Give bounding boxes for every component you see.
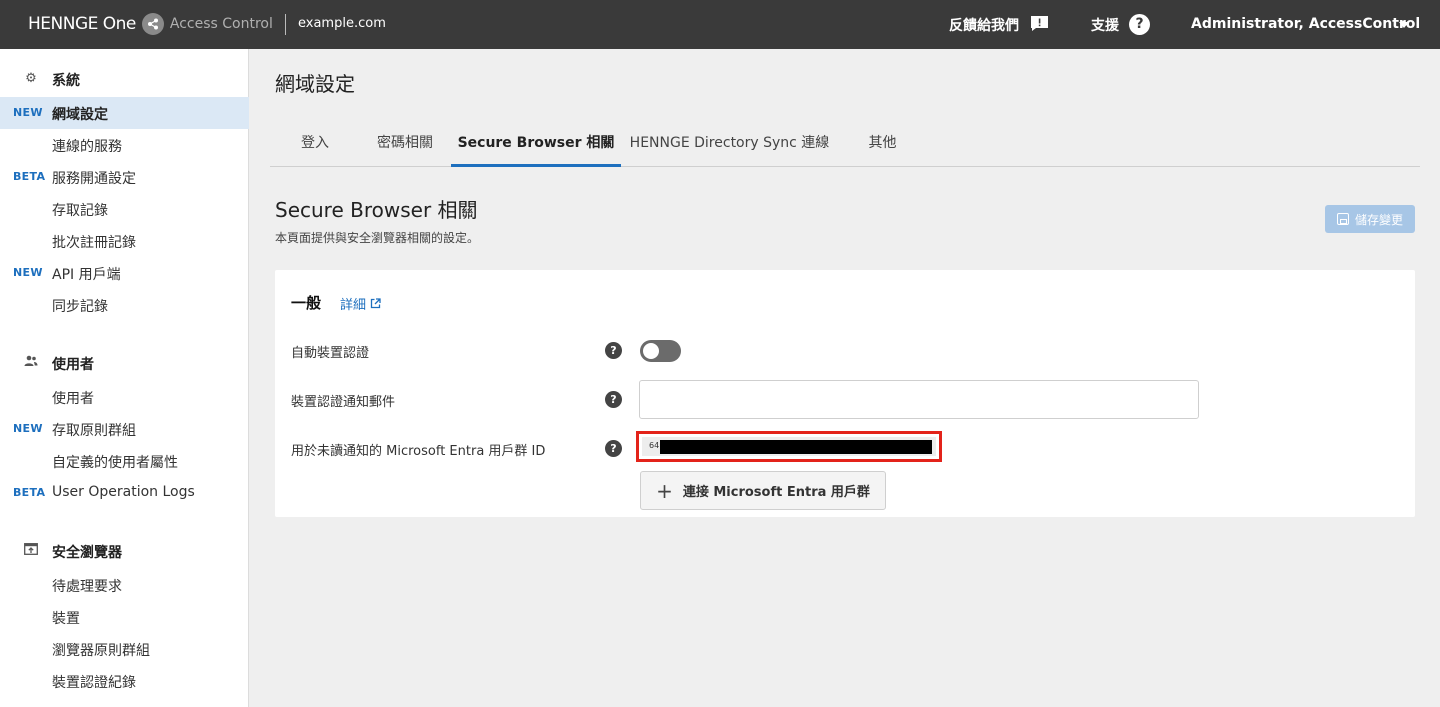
sidebar-item-label: 裝置認證紀錄 xyxy=(52,675,136,691)
toggle-knob xyxy=(643,343,659,359)
user-menu[interactable]: Administrator, AccessControl xyxy=(1191,16,1420,32)
save-icon xyxy=(1336,213,1349,225)
details-link-label: 詳細 xyxy=(340,298,367,313)
sidebar-item-device-auth-logs[interactable]: 裝置認證紀錄 xyxy=(0,665,249,697)
help-circle-icon[interactable]: ? xyxy=(1129,14,1150,35)
sidebar-item-provisioning[interactable]: BETA 服務開通設定 xyxy=(0,161,249,193)
sidebar: ⚙ 系統 NEW 網域設定 連線的服務 BETA 服務開通設定 存取記錄 批次註… xyxy=(0,49,249,707)
brand-logo-area[interactable]: HENNGE One Access Control xyxy=(28,13,273,35)
sidebar-item-devices[interactable]: 裝置 xyxy=(0,601,249,633)
sidebar-item-access-policy-groups[interactable]: NEW 存取原則群組 xyxy=(0,413,249,445)
brand-name: HENNGE One xyxy=(28,14,136,34)
sidebar-section-label: 使用者 xyxy=(52,357,94,373)
sidebar-item-label: API 用戶端 xyxy=(52,267,121,283)
tab-login[interactable]: 登入 xyxy=(270,122,360,167)
sidebar-item-label: 存取原則群組 xyxy=(52,423,136,439)
sidebar-item-label: 瀏覽器原則群組 xyxy=(52,643,150,659)
sidebar-item-browser-policy-groups[interactable]: 瀏覽器原則群組 xyxy=(0,633,249,665)
plus-icon: + xyxy=(656,478,673,503)
gear-icon: ⚙ xyxy=(25,71,37,86)
beta-badge: BETA xyxy=(13,486,46,499)
entra-group-id-field[interactable]: 64 xyxy=(636,431,942,462)
feedback-link[interactable]: 反饋給我們 xyxy=(949,15,1019,35)
new-badge: NEW xyxy=(13,106,43,119)
entra-group-id-prefix: 64 xyxy=(649,441,660,450)
sidebar-item-label: 裝置 xyxy=(52,611,80,627)
page-title: 網域設定 xyxy=(275,72,355,96)
brand-product: Access Control xyxy=(169,16,273,32)
sidebar-item-users[interactable]: 使用者 xyxy=(0,381,249,413)
top-bar: HENNGE One Access Control example.com 反饋… xyxy=(0,0,1440,49)
sidebar-section-system: ⚙ 系統 xyxy=(0,63,249,95)
entra-group-id-label: 用於未讀通知的 Microsoft Entra 用戶群 ID xyxy=(291,444,546,459)
external-link-icon xyxy=(370,298,381,309)
redaction-bar xyxy=(660,440,932,454)
sidebar-item-label: 批次註冊記錄 xyxy=(52,235,136,251)
sidebar-item-label: 待處理要求 xyxy=(52,579,122,595)
tab-password[interactable]: 密碼相關 xyxy=(360,122,450,167)
sidebar-item-label: 使用者 xyxy=(52,391,94,407)
users-icon xyxy=(23,355,39,371)
sidebar-item-connected-services[interactable]: 連線的服務 xyxy=(0,129,249,161)
notification-email-field[interactable] xyxy=(639,380,1199,419)
sidebar-item-api-clients[interactable]: NEW API 用戶端 xyxy=(0,257,249,289)
sidebar-item-access-logs[interactable]: 存取記錄 xyxy=(0,193,249,225)
save-button[interactable]: 儲存變更 xyxy=(1325,205,1415,233)
section-title: Secure Browser 相關 xyxy=(275,198,478,222)
feedback-icon[interactable] xyxy=(1030,15,1049,32)
brand-mark-icon xyxy=(141,13,164,35)
sidebar-item-domain-settings[interactable]: NEW 網域設定 xyxy=(0,97,249,129)
sidebar-item-label: 網域設定 xyxy=(52,107,108,123)
sidebar-item-sync-logs[interactable]: 同步記錄 xyxy=(0,289,249,321)
sidebar-item-batch-logs[interactable]: 批次註冊記錄 xyxy=(0,225,249,257)
help-icon[interactable]: ? xyxy=(605,391,622,408)
tab-other[interactable]: 其他 xyxy=(845,122,920,167)
sidebar-item-label: 連線的服務 xyxy=(52,139,122,155)
auto-device-auth-toggle[interactable] xyxy=(640,340,681,362)
section-description: 本頁面提供與安全瀏覽器相關的設定。 xyxy=(275,231,480,245)
sidebar-item-label: 同步記錄 xyxy=(52,299,108,315)
sidebar-item-label: 存取記錄 xyxy=(52,203,108,219)
sidebar-item-label: 服務開通設定 xyxy=(52,171,136,187)
connect-button-label: 連接 Microsoft Entra 用戶群 xyxy=(682,485,870,500)
notification-email-label: 裝置認證通知郵件 xyxy=(291,395,396,410)
help-icon[interactable]: ? xyxy=(605,342,622,359)
entra-group-id-value: 64 xyxy=(642,437,936,456)
auto-device-auth-label: 自動裝置認證 xyxy=(291,346,370,361)
help-icon[interactable]: ? xyxy=(605,440,622,457)
sidebar-item-user-operation-logs[interactable]: BETA User Operation Logs xyxy=(0,477,249,509)
chevron-down-icon[interactable] xyxy=(1399,22,1409,28)
support-link[interactable]: 支援 xyxy=(1091,15,1119,35)
beta-badge: BETA xyxy=(13,170,46,183)
sidebar-item-custom-attributes[interactable]: 自定義的使用者屬性 xyxy=(0,445,249,477)
tenant-domain: example.com xyxy=(298,16,386,31)
browser-icon xyxy=(23,543,39,559)
sidebar-item-label: 自定義的使用者屬性 xyxy=(52,455,178,471)
save-button-label: 儲存變更 xyxy=(1354,212,1403,227)
sidebar-section-label: 安全瀏覽器 xyxy=(52,545,122,561)
sidebar-item-pending-requests[interactable]: 待處理要求 xyxy=(0,569,249,601)
sidebar-item-label: User Operation Logs xyxy=(52,484,195,500)
connect-entra-group-button[interactable]: + 連接 Microsoft Entra 用戶群 xyxy=(640,471,886,510)
sidebar-section-secure-browser: 安全瀏覽器 xyxy=(0,535,249,567)
tab-bar: 登入 密碼相關 Secure Browser 相關 HENNGE Directo… xyxy=(270,122,1420,167)
tab-secure-browser[interactable]: Secure Browser 相關 xyxy=(451,122,621,167)
new-badge: NEW xyxy=(13,266,43,279)
divider xyxy=(285,14,286,35)
details-link[interactable]: 詳細 xyxy=(340,294,381,313)
card-heading: 一般 xyxy=(291,294,322,312)
sidebar-section-users: 使用者 xyxy=(0,347,249,379)
new-badge: NEW xyxy=(13,422,43,435)
sidebar-section-label: 系統 xyxy=(52,73,80,89)
tab-directory-sync[interactable]: HENNGE Directory Sync 連線 xyxy=(623,122,836,167)
settings-card: 一般 詳細 自動裝置認證 ? 裝置認證通知郵件 ? 用於未讀通知的 Micros… xyxy=(275,270,1415,517)
